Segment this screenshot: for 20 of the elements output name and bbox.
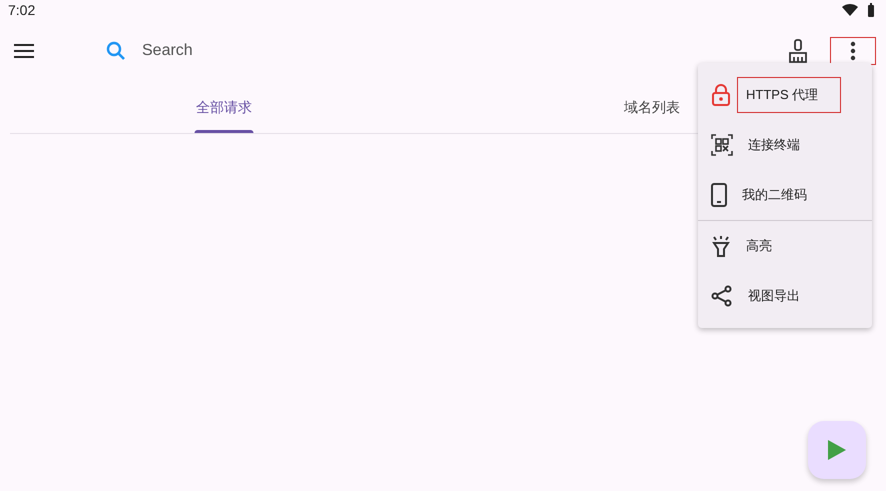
more-vertical-icon [850, 41, 856, 61]
search-field[interactable]: Search [140, 41, 344, 61]
lock-icon [711, 83, 731, 107]
broom-icon [787, 39, 809, 63]
play-button[interactable] [808, 421, 866, 479]
tab[interactable]: 全部请求 [10, 82, 438, 133]
search-icon [106, 41, 126, 61]
menu-item[interactable]: 我的二维码 [698, 170, 872, 220]
menu-item[interactable]: HTTPS 代理 [698, 70, 872, 120]
status-time: 7:02 [8, 2, 36, 18]
menu-icon [14, 44, 34, 58]
menu-item[interactable]: 连接终端 [698, 120, 872, 170]
share-icon [711, 285, 733, 307]
broom-button[interactable] [786, 39, 810, 63]
menu-item[interactable]: 高亮 [698, 221, 872, 271]
menu-item[interactable]: 视图导出 [698, 271, 872, 321]
qr-code-icon [711, 134, 733, 156]
flashlight-icon [711, 235, 731, 257]
play-icon [828, 440, 846, 460]
phone-icon [711, 183, 727, 207]
